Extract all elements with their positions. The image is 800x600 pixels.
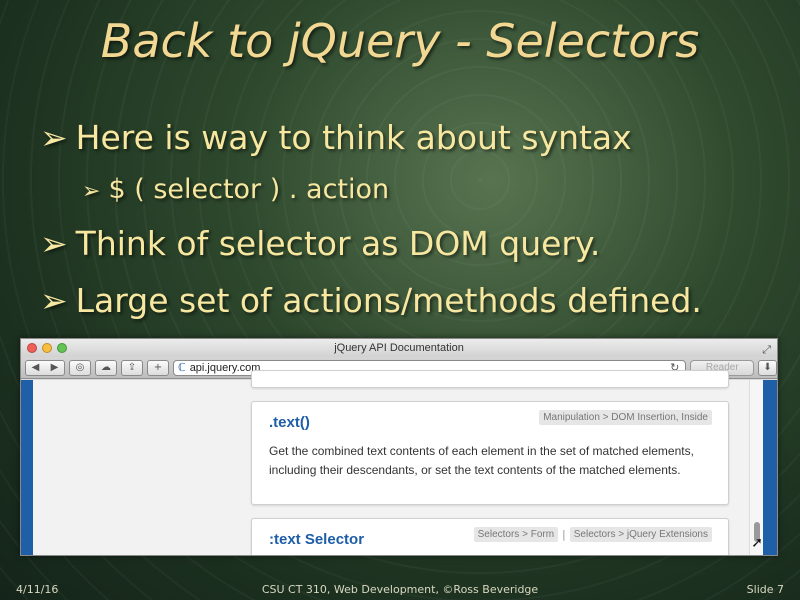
close-window-button[interactable]	[27, 343, 37, 353]
history-button[interactable]: ◎	[69, 359, 91, 376]
arrow-bullet-icon: ➢	[40, 281, 68, 320]
window-controls	[27, 343, 67, 353]
browser-screenshot: jQuery API Documentation ⤢ ◀ ▶ ◎ ☁ ⇪ + ℂ…	[20, 338, 778, 556]
share-icon: ⇪	[127, 362, 137, 373]
back-forward-buttons: ◀ ▶	[25, 359, 65, 376]
bullet-4: ➢ Large set of actions/methods defined.	[40, 281, 702, 320]
entry-card: :text Selector Selectors > Form | Select…	[251, 518, 729, 555]
category-tag[interactable]: Selectors > jQuery Extensions	[569, 527, 712, 542]
vertical-scrollbar[interactable]	[749, 380, 763, 555]
plus-icon: +	[153, 362, 163, 373]
minimize-window-button[interactable]	[42, 343, 52, 353]
entry-categories: Manipulation > DOM Insertion, Inside	[539, 410, 712, 425]
bullet-1: ➢ Here is way to think about syntax	[40, 118, 632, 157]
download-icon: ⬇	[763, 362, 772, 373]
new-tab-button[interactable]: +	[147, 359, 169, 376]
api-page: .text() Manipulation > DOM Insertion, In…	[33, 370, 763, 555]
downloads-button[interactable]: ⬇	[758, 359, 777, 376]
jquery-favicon-icon: ℂ	[178, 362, 186, 374]
window-title: jQuery API Documentation	[334, 342, 464, 354]
entry-description: Get the combined text contents of each e…	[269, 444, 694, 477]
arrow-bullet-icon: ➢	[82, 179, 101, 204]
url-text: api.jquery.com	[189, 361, 261, 374]
arrow-bullet-icon: ➢	[40, 224, 68, 263]
bullet-text: $ ( selector ) . action	[108, 174, 390, 205]
cloud-icon: ☁	[101, 362, 111, 373]
forward-icon[interactable]: ▶	[51, 362, 59, 373]
zoom-window-button[interactable]	[57, 343, 67, 353]
bullet-2: ➢ $ ( selector ) . action	[82, 174, 389, 205]
previous-entry-card	[251, 370, 729, 388]
footer-slide-number: Slide 7	[746, 583, 784, 596]
icloud-button[interactable]: ☁	[95, 359, 117, 376]
entry-categories: Selectors > Form | Selectors > jQuery Ex…	[473, 527, 712, 542]
category-tag[interactable]: Selectors > Form	[473, 527, 559, 542]
history-icon: ◎	[75, 362, 85, 373]
arrow-bullet-icon: ➢	[40, 118, 68, 157]
entry-title-link[interactable]: .text()	[269, 414, 310, 431]
footer-course: CSU CT 310, Web Development, ©Ross Bever…	[261, 583, 539, 596]
browser-content: .text() Manipulation > DOM Insertion, In…	[21, 370, 777, 555]
slide-title: Back to jQuery - Selectors	[100, 14, 700, 68]
browser-titlebar: jQuery API Documentation ⤢	[21, 339, 777, 357]
mouse-cursor-icon: ➚	[751, 535, 763, 551]
entry-card: .text() Manipulation > DOM Insertion, In…	[251, 401, 729, 505]
bullet-text: Large set of actions/methods defined.	[75, 281, 702, 320]
entry-title-link[interactable]: :text Selector	[269, 531, 364, 548]
bullet-text: Here is way to think about syntax	[75, 118, 632, 157]
category-tag[interactable]: Manipulation > DOM Insertion, Inside	[539, 410, 712, 425]
category-separator: |	[562, 528, 566, 541]
bullet-text: Think of selector as DOM query.	[75, 224, 601, 263]
bullet-3: ➢ Think of selector as DOM query.	[40, 224, 600, 263]
share-button[interactable]: ⇪	[121, 359, 143, 376]
back-icon[interactable]: ◀	[32, 362, 40, 373]
